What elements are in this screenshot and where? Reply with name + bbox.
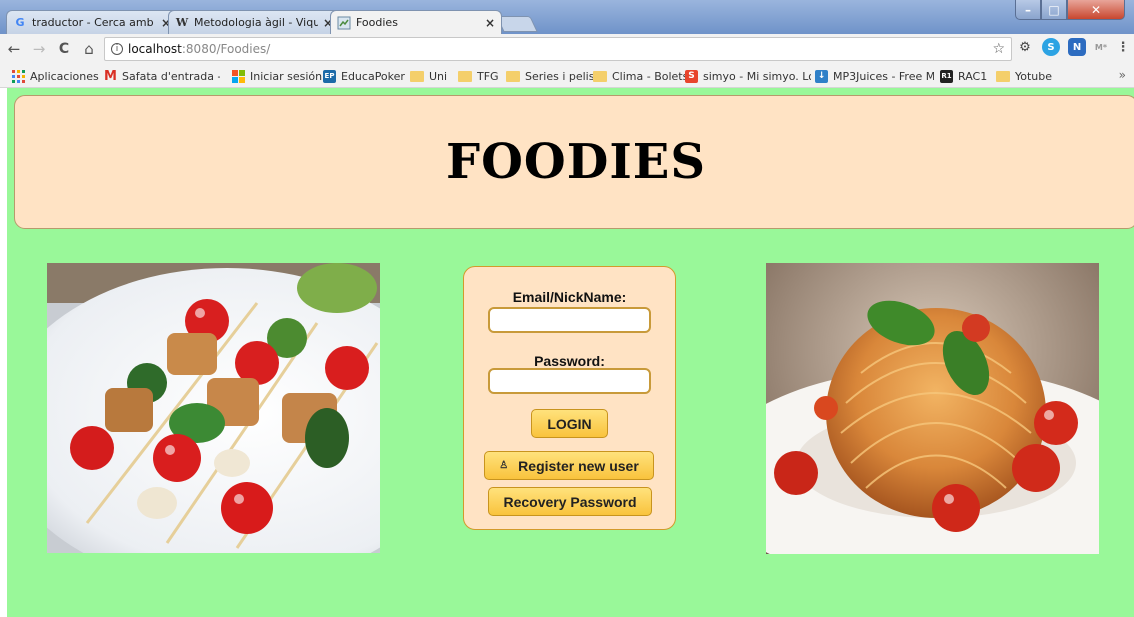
minimize-window-button[interactable]: – bbox=[1015, 0, 1041, 20]
folder-icon bbox=[458, 70, 472, 82]
bookmark-label: Clima - Bolets bbox=[612, 69, 689, 83]
folder-icon bbox=[506, 70, 520, 82]
page-icon bbox=[337, 16, 351, 30]
bookmark-series[interactable]: Series i pelis bbox=[506, 68, 594, 84]
home-button[interactable]: ⌂ bbox=[78, 38, 100, 60]
mp3juices-icon: ↓ bbox=[815, 69, 828, 83]
bookmark-apps[interactable]: Aplicaciones bbox=[12, 68, 99, 84]
bookmarks-overflow-icon[interactable]: » bbox=[1119, 68, 1126, 82]
kebab-skewers-image bbox=[47, 263, 380, 553]
bookmark-label: RAC1 bbox=[958, 69, 988, 83]
bookmark-label: TFG bbox=[477, 69, 499, 83]
new-extension-icon[interactable]: N bbox=[1068, 38, 1086, 56]
bookmark-rac1[interactable]: R1 RAC1 bbox=[940, 68, 987, 84]
bookmark-mp3juices[interactable]: ↓ MP3Juices - Free MP bbox=[815, 68, 934, 84]
reload-button[interactable]: C bbox=[53, 38, 75, 60]
tab-title: traductor - Cerca amb Go bbox=[32, 16, 156, 29]
gmail-icon: M bbox=[104, 68, 117, 84]
address-host: localhost bbox=[128, 42, 182, 56]
bookmark-label: Aplicaciones bbox=[30, 69, 99, 83]
browser-tab-strip: G traductor - Cerca amb Go × W Metodolog… bbox=[0, 0, 1134, 34]
email-field[interactable] bbox=[488, 307, 651, 333]
back-button[interactable]: ← bbox=[3, 38, 25, 60]
simyo-icon: S bbox=[685, 69, 698, 83]
wikipedia-icon: W bbox=[175, 16, 189, 29]
tab-close-icon[interactable]: × bbox=[485, 16, 495, 30]
register-button-label: Register new user bbox=[518, 457, 639, 474]
folder-icon bbox=[410, 70, 424, 82]
bookmark-label: EducaPoker bbox=[341, 69, 405, 83]
extension-mx-icon[interactable]: M* bbox=[1092, 38, 1110, 56]
recovery-password-button[interactable]: Recovery Password bbox=[488, 487, 652, 516]
bookmark-star-icon[interactable]: ☆ bbox=[992, 41, 1005, 57]
close-window-button[interactable]: ✕ bbox=[1067, 0, 1125, 20]
folder-icon bbox=[593, 70, 607, 82]
user-icon: ♙ bbox=[499, 460, 509, 471]
password-field[interactable] bbox=[488, 368, 651, 394]
bookmark-educapoker[interactable]: EP EducaPoker bbox=[323, 68, 405, 84]
bookmark-label: Series i pelis bbox=[525, 69, 595, 83]
tab-metodologia[interactable]: W Metodologia àgil - Viquip × bbox=[168, 10, 340, 34]
google-icon: G bbox=[15, 16, 25, 29]
browser-menu-icon[interactable]: ⋮ bbox=[1114, 38, 1132, 56]
page-header: FOODIES bbox=[14, 95, 1134, 229]
address-path: :8080/Foodies/ bbox=[181, 42, 271, 56]
tab-title: Metodologia àgil - Viquip bbox=[194, 16, 318, 29]
spaghetti-plate-image bbox=[766, 263, 1099, 554]
bookmark-label: Yotube bbox=[1015, 69, 1053, 83]
apps-icon bbox=[12, 69, 25, 83]
bookmark-tfg[interactable]: TFG bbox=[458, 68, 499, 84]
email-label: Email/NickName: bbox=[512, 289, 627, 305]
address-bar[interactable]: i localhost:8080/Foodies/ ☆ bbox=[104, 37, 1012, 61]
bookmark-simyo[interactable]: S simyo - Mi simyo. Lo bbox=[685, 68, 811, 84]
skype-extension-icon[interactable]: S bbox=[1042, 38, 1060, 56]
extension-shield-icon[interactable]: ⚙ bbox=[1016, 38, 1034, 56]
folder-icon bbox=[996, 70, 1010, 82]
bookmark-iniciar-sesion[interactable]: Iniciar sesión bbox=[232, 68, 322, 84]
maximize-window-button[interactable]: □ bbox=[1041, 0, 1067, 20]
bookmark-label: Uni bbox=[429, 69, 448, 83]
bookmark-label: MP3Juices - Free MP bbox=[833, 69, 934, 83]
bookmark-uni[interactable]: Uni bbox=[410, 68, 447, 84]
educapoker-icon: EP bbox=[323, 69, 336, 83]
rac1-icon: R1 bbox=[940, 69, 953, 83]
bookmark-yotube[interactable]: Yotube bbox=[996, 68, 1052, 84]
page-content: FOODIES Email/NickName: Password: LOGIN … bbox=[7, 88, 1134, 617]
bookmarks-bar: Aplicaciones M Safata d'entrada - jo Ini… bbox=[0, 64, 1134, 88]
login-button[interactable]: LOGIN bbox=[531, 409, 608, 438]
register-button[interactable]: ♙ Register new user bbox=[484, 451, 654, 480]
browser-toolbar: ← → C ⌂ i localhost:8080/Foodies/ ☆ bbox=[0, 34, 1134, 64]
tab-traductor[interactable]: G traductor - Cerca amb Go × bbox=[6, 10, 178, 34]
login-button-label: LOGIN bbox=[547, 415, 592, 432]
forward-button[interactable]: → bbox=[28, 38, 50, 60]
bookmark-label: Safata d'entrada - jo bbox=[122, 69, 220, 83]
bookmark-label: simyo - Mi simyo. Lo bbox=[703, 69, 811, 83]
page-title: FOODIES bbox=[445, 134, 707, 190]
tab-title: Foodies bbox=[356, 16, 398, 29]
site-info-icon[interactable]: i bbox=[111, 43, 123, 55]
recovery-button-label: Recovery Password bbox=[503, 493, 637, 510]
login-panel: Email/NickName: Password: LOGIN ♙ Regist… bbox=[463, 266, 676, 530]
tab-foodies[interactable]: Foodies × bbox=[330, 10, 502, 34]
password-label: Password: bbox=[534, 353, 605, 369]
bookmark-clima[interactable]: Clima - Bolets bbox=[593, 68, 688, 84]
new-tab-button[interactable] bbox=[496, 16, 538, 32]
windows-icon bbox=[232, 69, 245, 83]
bookmark-gmail[interactable]: M Safata d'entrada - jo bbox=[104, 68, 220, 84]
bookmark-label: Iniciar sesión bbox=[250, 69, 323, 83]
